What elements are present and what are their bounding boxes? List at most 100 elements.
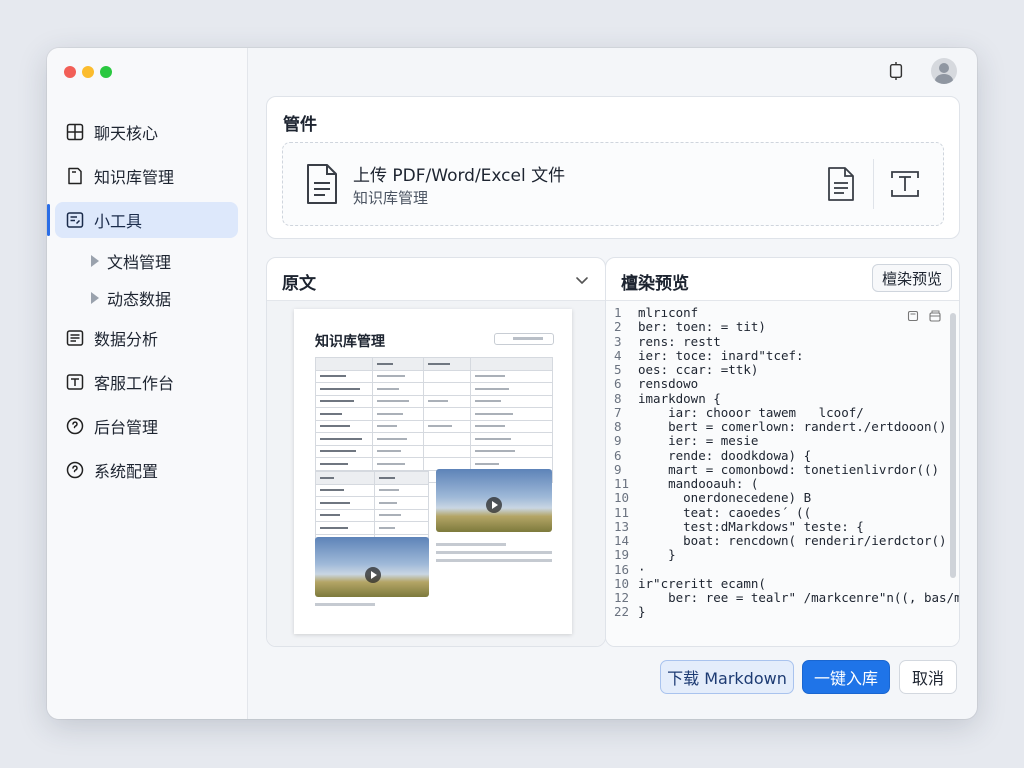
source-panel-title: 原文 (282, 274, 316, 294)
dropzone-title: 上传 PDF/Word/Excel 文件 (353, 166, 566, 186)
text-line (436, 551, 552, 554)
divider (873, 159, 874, 209)
line-number: 14 (614, 533, 630, 548)
line-number: 8 (614, 390, 622, 406)
upload-card: 管件 上传 PDF/Word/Excel 文件 知识库管理 (266, 96, 960, 239)
render-preview-button[interactable]: 檀染预览 (871, 264, 952, 292)
document-icon (305, 163, 339, 205)
code-line: 8 bert = comerlown: randert./ertdooon() (614, 419, 959, 434)
line-number: 11 (614, 476, 630, 491)
sidebar-item-label: 客服工作台 (94, 374, 175, 393)
code-text: ber: ree = tealr" /markcenre"n((, bas/ma… (668, 590, 960, 605)
sidebar-item-admin[interactable]: 后台管理 (55, 408, 238, 444)
code-line: 10 onerdonecedene) B (614, 490, 959, 506)
line-number: 3 (614, 333, 622, 349)
text-line (436, 543, 506, 546)
code-line: 8 imarkdown { (614, 390, 959, 406)
sidebar-item-service-desk[interactable]: 客服工作台 (55, 364, 238, 400)
code-line: 9 ier: = mesie (614, 433, 959, 449)
close-window-button[interactable] (64, 66, 76, 78)
code-line: 2 ber: toen: = tit) (614, 319, 959, 334)
code-text: rende: doodkdowa) { (638, 447, 812, 463)
document-icon[interactable] (826, 166, 856, 202)
code-line: 5 oes: ccar: =ttk) (614, 362, 959, 377)
line-number: 13 (614, 518, 630, 534)
sidebar-item-knowledge-base[interactable]: 知识库管理 (55, 158, 238, 194)
sidebar-item-label: 数据分析 (94, 330, 159, 349)
sidebar-item-tools[interactable]: 小工具 (47, 202, 238, 238)
code-text: boat: rencdown( renderir/ierdctor() (638, 533, 947, 548)
text-card-icon (66, 373, 84, 391)
code-text: mlrıconf (638, 305, 699, 320)
source-document-view[interactable]: 知识库管理 (267, 301, 605, 646)
caret-right-icon (91, 255, 99, 267)
sidebar-item-settings[interactable]: 系统配置 (55, 452, 238, 488)
one-click-import-button[interactable]: 一键入库 (802, 660, 890, 694)
sidebar-item-label: 小工具 (94, 212, 143, 231)
preview-panel: 檀染预览 檀染预览 1 mlrıconf 2 ber: toen: = tit) 3 re… (605, 257, 960, 647)
code-text: imarkdown { (638, 390, 721, 406)
sidebar-item-chat-core[interactable]: 聊天核心 (55, 114, 238, 150)
code-text: rens: restt (638, 333, 721, 349)
avatar[interactable] (931, 58, 957, 84)
sidebar-subitem-doc-management[interactable]: 文档管理 (91, 246, 238, 276)
video-thumbnail[interactable] (315, 537, 429, 597)
code-text: onerdonecedene) B (638, 490, 812, 506)
source-panel-header: 原文 (267, 258, 605, 301)
sidebar-subitem-dynamic-data[interactable]: 动态数据 (91, 283, 238, 313)
code-text: ier: toce: inard"tcef: (638, 347, 804, 363)
code-line: 12 ber: ree = tealr" /markcenre"n((, bas… (614, 590, 960, 605)
device-icon[interactable] (883, 58, 909, 84)
sidebar-subitem-label: 文档管理 (107, 253, 172, 272)
document-page-preview: 知识库管理 (294, 309, 572, 634)
code-line: 22} (614, 604, 959, 620)
text-frame-icon[interactable] (890, 169, 920, 199)
download-markdown-button[interactable]: 下载 Markdown (660, 660, 794, 694)
line-number: 6 (614, 376, 622, 392)
code-text: oes: ccar: =ttk) (638, 362, 759, 377)
code-line: 14 boat: rencdown( renderir/ierdctor() (614, 533, 959, 548)
doc-preview-table (315, 357, 553, 483)
code-line: 6 rensdowo (614, 376, 959, 392)
line-number: 11 (614, 504, 630, 520)
video-thumbnail[interactable] (436, 469, 552, 532)
zoom-window-button[interactable] (100, 66, 112, 78)
list-card-icon (66, 329, 84, 347)
sidebar: 聊天核心 知识库管理 小工具 文档管理 动态数据 数据分析 客服工作台 后台管理… (47, 48, 248, 719)
app-window: 聊天核心 知识库管理 小工具 文档管理 动态数据 数据分析 客服工作台 后台管理… (47, 48, 977, 719)
sidebar-item-data-analysis[interactable]: 数据分析 (55, 320, 238, 356)
code-text: ier: = mesie (638, 433, 759, 449)
cancel-button[interactable]: 取消 (899, 660, 957, 694)
file-dropzone[interactable]: 上传 PDF/Word/Excel 文件 知识库管理 (282, 142, 944, 226)
line-number: 9 (614, 461, 622, 477)
line-number: 22 (614, 604, 630, 620)
code-line: 7 iar: chooor tawem lcoof/ (614, 404, 959, 420)
line-number: 12 (614, 590, 630, 605)
code-text: rensdowo (638, 376, 699, 392)
sidebar-item-label: 知识库管理 (94, 168, 175, 187)
code-line: 10 ir"creritt ecamn( (614, 576, 959, 591)
doc-preview-title: 知识库管理 (315, 334, 385, 350)
sidebar-subitem-label: 动态数据 (107, 290, 172, 309)
code-text: teat: caoedes´ (( (638, 504, 812, 520)
code-text: bert = comerlown: randert./ertdooon() (638, 419, 947, 434)
sidebar-nav: 聊天核心 知识库管理 小工具 文档管理 动态数据 数据分析 客服工作台 后台管理… (47, 114, 247, 496)
circle-help-icon (66, 417, 84, 435)
minimize-window-button[interactable] (82, 66, 94, 78)
scrollbar-thumb[interactable] (950, 313, 956, 578)
markdown-code-view[interactable]: 1 mlrıconf 2 ber: toen: = tit) 3 rens: restt 4… (606, 301, 959, 646)
text-line (315, 603, 375, 606)
line-number: 9 (614, 433, 622, 449)
code-text: · (638, 561, 646, 577)
line-number: 16 (614, 561, 630, 577)
tools-card-icon (66, 211, 84, 229)
doc-preview-table-small (315, 471, 429, 547)
code-text: } (638, 604, 646, 620)
doc-preview-button (494, 333, 554, 345)
code-text: iar: chooor tawem lcoof/ (638, 404, 864, 420)
code-line: 19 } (614, 547, 959, 563)
code-line: 11 teat: caoedes´ (( (614, 504, 959, 520)
chevron-down-icon[interactable] (575, 272, 589, 286)
source-panel: 原文 知识库管理 (266, 257, 606, 647)
code-text: } (638, 547, 676, 563)
